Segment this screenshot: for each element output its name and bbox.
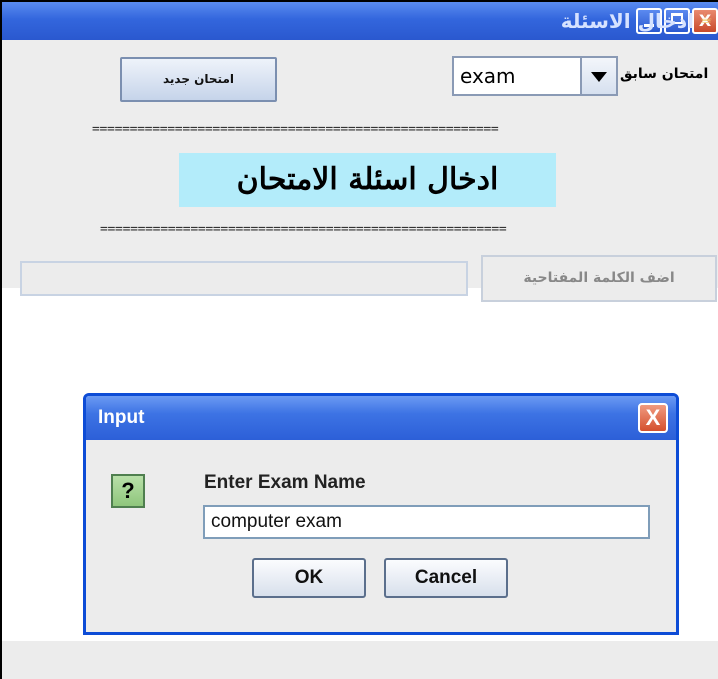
dialog-prompt: Enter Exam Name — [204, 472, 366, 493]
java-coffee-icon: ☕ — [699, 11, 713, 27]
keyword-input[interactable] — [20, 261, 468, 296]
chevron-down-icon — [591, 72, 607, 82]
dialog-close-button[interactable]: X — [638, 403, 668, 433]
exam-name-input[interactable]: computer exam — [203, 505, 650, 539]
window-title: ادخال الاسئلة — [560, 9, 694, 33]
cancel-button[interactable]: Cancel — [384, 558, 508, 598]
exam-select-value: exam — [460, 64, 516, 88]
title-bar[interactable]: X ادخال الاسئلة ☕ — [2, 2, 718, 40]
dialog-title-bar[interactable]: Input X — [86, 396, 676, 440]
ok-button[interactable]: OK — [252, 558, 366, 598]
add-keyword-button[interactable]: اضف الكلمة المفتاحية — [481, 255, 717, 302]
bottom-separator: ========================================… — [100, 222, 507, 237]
top-separator: ========================================… — [92, 122, 499, 137]
new-exam-button[interactable]: امتحان جديد — [120, 57, 277, 102]
dropdown-arrow-button[interactable] — [580, 58, 616, 94]
previous-exam-label: امتحان سابق — [620, 66, 709, 82]
bottom-panel — [2, 641, 718, 679]
exam-select[interactable]: exam — [452, 56, 618, 96]
page-heading: ادخال اسئلة الامتحان — [179, 153, 556, 207]
input-dialog: Input X ? Enter Exam Name computer exam … — [83, 393, 679, 635]
question-icon: ? — [111, 474, 145, 508]
dialog-title: Input — [98, 407, 145, 428]
